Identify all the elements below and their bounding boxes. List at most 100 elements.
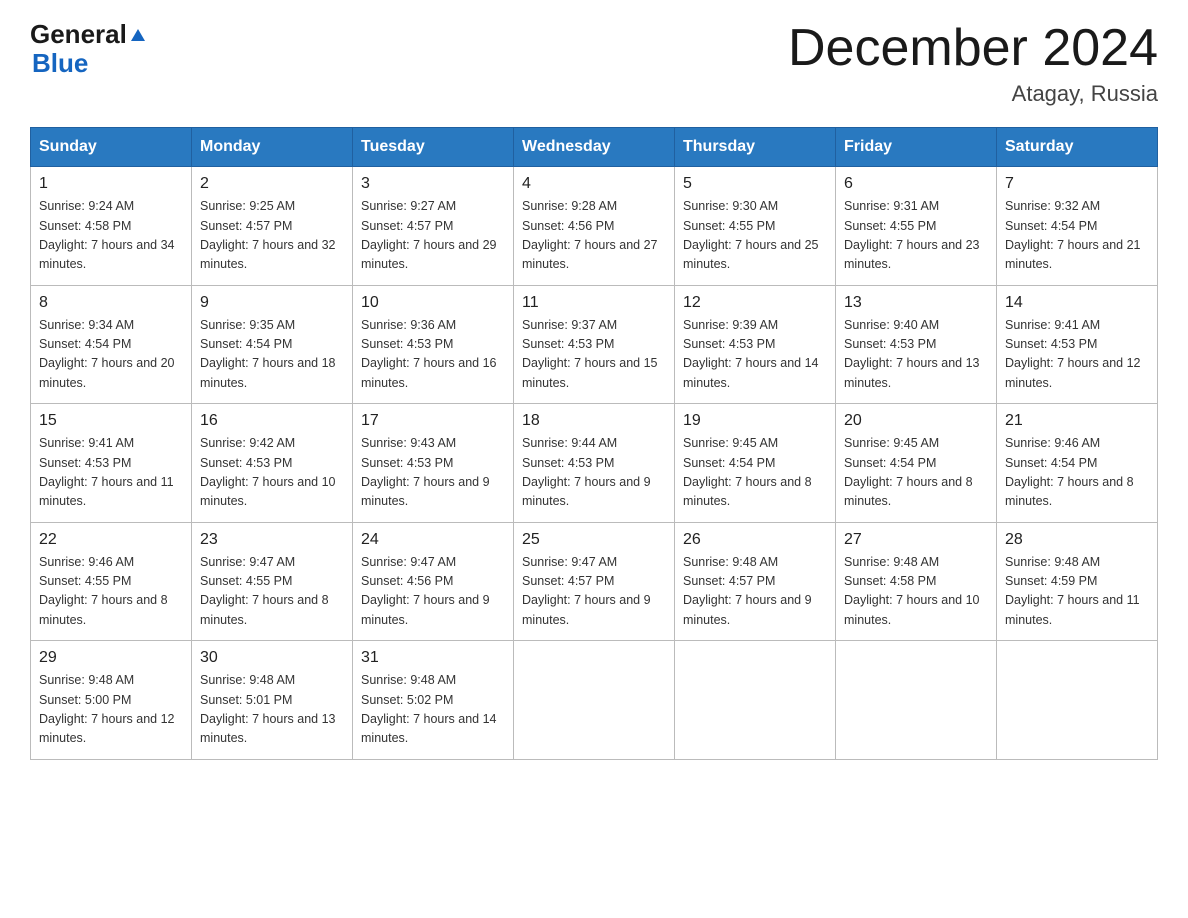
sunset-label: Sunset: 4:55 PM xyxy=(200,574,292,588)
daylight-label: Daylight: 7 hours and 8 minutes. xyxy=(844,475,973,508)
sunrise-label: Sunrise: 9:48 AM xyxy=(361,673,456,687)
calendar-cell: 8 Sunrise: 9:34 AM Sunset: 4:54 PM Dayli… xyxy=(31,285,192,404)
day-info: Sunrise: 9:27 AM Sunset: 4:57 PM Dayligh… xyxy=(361,197,505,275)
sunset-label: Sunset: 4:53 PM xyxy=(844,337,936,351)
sunset-label: Sunset: 4:57 PM xyxy=(522,574,614,588)
sunrise-label: Sunrise: 9:40 AM xyxy=(844,318,939,332)
month-title: December 2024 xyxy=(788,20,1158,77)
sunrise-label: Sunrise: 9:44 AM xyxy=(522,436,617,450)
calendar-cell: 12 Sunrise: 9:39 AM Sunset: 4:53 PM Dayl… xyxy=(675,285,836,404)
sunrise-label: Sunrise: 9:35 AM xyxy=(200,318,295,332)
sunrise-label: Sunrise: 9:37 AM xyxy=(522,318,617,332)
daylight-label: Daylight: 7 hours and 20 minutes. xyxy=(39,356,175,389)
calendar-header: Sunday Monday Tuesday Wednesday Thursday… xyxy=(31,128,1158,167)
title-block: December 2024 Atagay, Russia xyxy=(788,20,1158,107)
day-number: 6 xyxy=(844,175,988,193)
sunset-label: Sunset: 4:57 PM xyxy=(361,219,453,233)
day-number: 14 xyxy=(1005,294,1149,312)
calendar-body: 1 Sunrise: 9:24 AM Sunset: 4:58 PM Dayli… xyxy=(31,167,1158,760)
sunrise-label: Sunrise: 9:48 AM xyxy=(844,555,939,569)
sunrise-label: Sunrise: 9:45 AM xyxy=(683,436,778,450)
sunset-label: Sunset: 4:53 PM xyxy=(361,456,453,470)
day-info: Sunrise: 9:48 AM Sunset: 5:01 PM Dayligh… xyxy=(200,671,344,749)
daylight-label: Daylight: 7 hours and 13 minutes. xyxy=(844,356,980,389)
calendar-cell: 30 Sunrise: 9:48 AM Sunset: 5:01 PM Dayl… xyxy=(192,641,353,760)
sunrise-label: Sunrise: 9:31 AM xyxy=(844,199,939,213)
calendar-week-row: 22 Sunrise: 9:46 AM Sunset: 4:55 PM Dayl… xyxy=(31,522,1158,641)
day-info: Sunrise: 9:45 AM Sunset: 4:54 PM Dayligh… xyxy=(683,434,827,512)
day-number: 15 xyxy=(39,412,183,430)
sunrise-label: Sunrise: 9:39 AM xyxy=(683,318,778,332)
day-number: 23 xyxy=(200,531,344,549)
calendar-cell: 26 Sunrise: 9:48 AM Sunset: 4:57 PM Dayl… xyxy=(675,522,836,641)
day-number: 7 xyxy=(1005,175,1149,193)
col-saturday: Saturday xyxy=(997,128,1158,167)
daylight-label: Daylight: 7 hours and 10 minutes. xyxy=(200,475,336,508)
calendar-cell: 19 Sunrise: 9:45 AM Sunset: 4:54 PM Dayl… xyxy=(675,404,836,523)
day-info: Sunrise: 9:37 AM Sunset: 4:53 PM Dayligh… xyxy=(522,316,666,394)
sunset-label: Sunset: 4:54 PM xyxy=(1005,219,1097,233)
day-info: Sunrise: 9:31 AM Sunset: 4:55 PM Dayligh… xyxy=(844,197,988,275)
daylight-label: Daylight: 7 hours and 9 minutes. xyxy=(361,593,490,626)
day-info: Sunrise: 9:48 AM Sunset: 4:58 PM Dayligh… xyxy=(844,553,988,631)
sunrise-label: Sunrise: 9:28 AM xyxy=(522,199,617,213)
col-monday: Monday xyxy=(192,128,353,167)
day-number: 22 xyxy=(39,531,183,549)
calendar-cell: 10 Sunrise: 9:36 AM Sunset: 4:53 PM Dayl… xyxy=(353,285,514,404)
day-number: 10 xyxy=(361,294,505,312)
sunset-label: Sunset: 4:58 PM xyxy=(844,574,936,588)
daylight-label: Daylight: 7 hours and 13 minutes. xyxy=(200,712,336,745)
day-info: Sunrise: 9:42 AM Sunset: 4:53 PM Dayligh… xyxy=(200,434,344,512)
sunset-label: Sunset: 4:57 PM xyxy=(683,574,775,588)
daylight-label: Daylight: 7 hours and 32 minutes. xyxy=(200,238,336,271)
day-number: 29 xyxy=(39,649,183,667)
page-header: General Blue December 2024 Atagay, Russi… xyxy=(30,20,1158,107)
sunrise-label: Sunrise: 9:47 AM xyxy=(200,555,295,569)
sunrise-label: Sunrise: 9:48 AM xyxy=(1005,555,1100,569)
sunset-label: Sunset: 5:01 PM xyxy=(200,693,292,707)
day-number: 20 xyxy=(844,412,988,430)
logo-triangle-icon xyxy=(127,23,149,45)
day-number: 28 xyxy=(1005,531,1149,549)
sunrise-label: Sunrise: 9:42 AM xyxy=(200,436,295,450)
day-number: 16 xyxy=(200,412,344,430)
day-info: Sunrise: 9:41 AM Sunset: 4:53 PM Dayligh… xyxy=(1005,316,1149,394)
calendar-cell: 25 Sunrise: 9:47 AM Sunset: 4:57 PM Dayl… xyxy=(514,522,675,641)
sunrise-label: Sunrise: 9:41 AM xyxy=(39,436,134,450)
day-info: Sunrise: 9:25 AM Sunset: 4:57 PM Dayligh… xyxy=(200,197,344,275)
daylight-label: Daylight: 7 hours and 11 minutes. xyxy=(1005,593,1140,626)
calendar-cell: 20 Sunrise: 9:45 AM Sunset: 4:54 PM Dayl… xyxy=(836,404,997,523)
calendar-cell: 28 Sunrise: 9:48 AM Sunset: 4:59 PM Dayl… xyxy=(997,522,1158,641)
calendar-cell: 3 Sunrise: 9:27 AM Sunset: 4:57 PM Dayli… xyxy=(353,167,514,286)
calendar-cell: 7 Sunrise: 9:32 AM Sunset: 4:54 PM Dayli… xyxy=(997,167,1158,286)
sunset-label: Sunset: 4:56 PM xyxy=(361,574,453,588)
sunrise-label: Sunrise: 9:41 AM xyxy=(1005,318,1100,332)
sunset-label: Sunset: 4:53 PM xyxy=(522,337,614,351)
sunset-label: Sunset: 4:54 PM xyxy=(39,337,131,351)
sunrise-label: Sunrise: 9:24 AM xyxy=(39,199,134,213)
col-tuesday: Tuesday xyxy=(353,128,514,167)
sunrise-label: Sunrise: 9:27 AM xyxy=(361,199,456,213)
day-info: Sunrise: 9:41 AM Sunset: 4:53 PM Dayligh… xyxy=(39,434,183,512)
sunrise-label: Sunrise: 9:45 AM xyxy=(844,436,939,450)
col-thursday: Thursday xyxy=(675,128,836,167)
day-info: Sunrise: 9:45 AM Sunset: 4:54 PM Dayligh… xyxy=(844,434,988,512)
sunset-label: Sunset: 4:56 PM xyxy=(522,219,614,233)
calendar-cell: 6 Sunrise: 9:31 AM Sunset: 4:55 PM Dayli… xyxy=(836,167,997,286)
day-number: 27 xyxy=(844,531,988,549)
sunset-label: Sunset: 4:53 PM xyxy=(39,456,131,470)
sunset-label: Sunset: 4:53 PM xyxy=(522,456,614,470)
daylight-label: Daylight: 7 hours and 8 minutes. xyxy=(1005,475,1134,508)
daylight-label: Daylight: 7 hours and 29 minutes. xyxy=(361,238,497,271)
calendar-cell: 15 Sunrise: 9:41 AM Sunset: 4:53 PM Dayl… xyxy=(31,404,192,523)
day-info: Sunrise: 9:47 AM Sunset: 4:56 PM Dayligh… xyxy=(361,553,505,631)
day-number: 12 xyxy=(683,294,827,312)
calendar-cell: 27 Sunrise: 9:48 AM Sunset: 4:58 PM Dayl… xyxy=(836,522,997,641)
daylight-label: Daylight: 7 hours and 8 minutes. xyxy=(200,593,329,626)
daylight-label: Daylight: 7 hours and 9 minutes. xyxy=(522,593,651,626)
sunrise-label: Sunrise: 9:43 AM xyxy=(361,436,456,450)
calendar-cell: 29 Sunrise: 9:48 AM Sunset: 5:00 PM Dayl… xyxy=(31,641,192,760)
sunset-label: Sunset: 4:59 PM xyxy=(1005,574,1097,588)
calendar-week-row: 29 Sunrise: 9:48 AM Sunset: 5:00 PM Dayl… xyxy=(31,641,1158,760)
day-number: 2 xyxy=(200,175,344,193)
